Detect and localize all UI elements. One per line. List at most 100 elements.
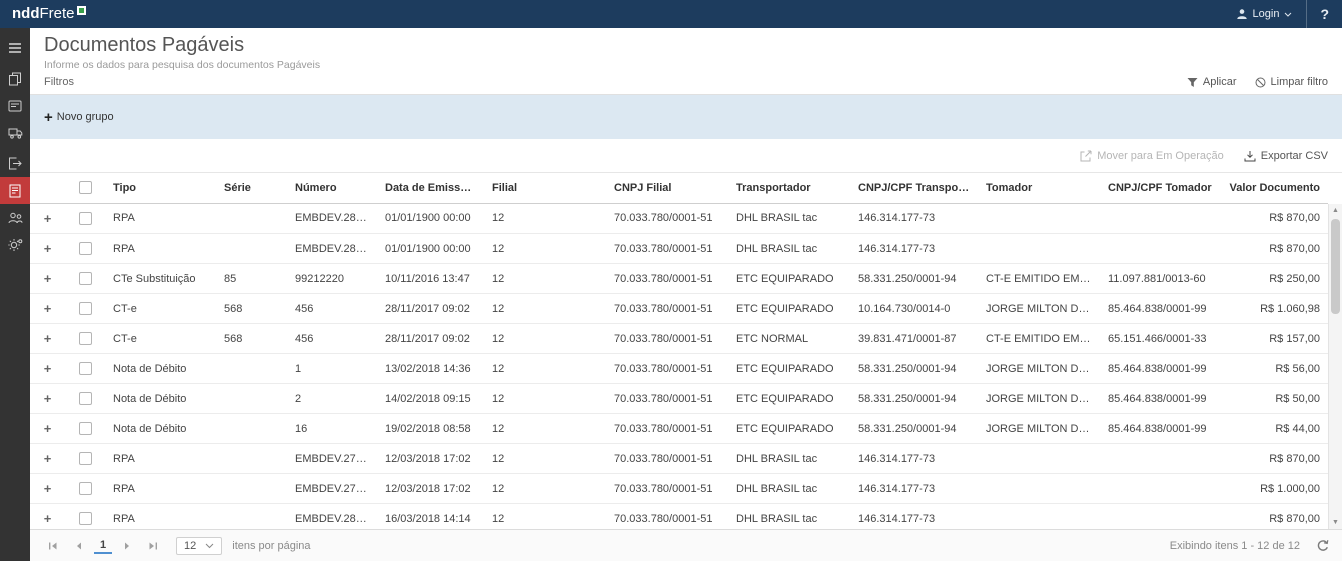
select-all-checkbox[interactable] (79, 181, 92, 194)
table-row: +RPAEMBDEV.27600-C0112/03/2018 17:021270… (30, 474, 1328, 504)
expand-row-button[interactable]: + (44, 241, 52, 256)
cell-data-de-emissao: 13/02/2018 14:36 (377, 354, 484, 384)
export-csv-button[interactable]: Exportar CSV (1244, 150, 1328, 162)
cell-tipo: RPA (105, 234, 216, 264)
column-header-valor-documento[interactable]: Valor Documento (1220, 173, 1328, 203)
freight-card-icon (8, 100, 22, 112)
sidebar-item-documents[interactable] (0, 65, 30, 92)
cell-tipo: RPA (105, 504, 216, 530)
page-size-dropdown[interactable]: 12 (176, 537, 222, 555)
column-header-serie[interactable]: Série (216, 173, 287, 203)
help-button[interactable]: ? (1306, 0, 1342, 28)
next-page-button[interactable] (116, 535, 138, 557)
row-checkbox[interactable] (79, 392, 92, 405)
cell-numero: EMBDEV.28765-P01 (287, 204, 377, 234)
expand-row-button[interactable]: + (44, 361, 52, 376)
scrollbar-thumb[interactable] (1331, 219, 1340, 314)
column-header-transportador[interactable]: Transportador (728, 173, 850, 203)
column-header-cnpj-cpf-transportador[interactable]: CNPJ/CPF Transportador (850, 173, 978, 203)
pager: 1 (42, 535, 164, 557)
sidebar-item-users[interactable] (0, 204, 30, 231)
cell-cnpj-cpf-transportador: 58.331.250/0001-94 (850, 414, 978, 444)
first-page-button[interactable] (42, 535, 64, 557)
column-header-data-de-emissao[interactable]: Data de Emissão↑ (377, 173, 484, 203)
expand-row-button[interactable]: + (44, 331, 52, 346)
sidebar-item-freight[interactable] (0, 92, 30, 119)
row-checkbox[interactable] (79, 482, 92, 495)
cell-filial: 12 (484, 384, 606, 414)
login-menu[interactable]: Login (1222, 0, 1307, 28)
expand-row-button[interactable]: + (44, 391, 52, 406)
row-checkbox[interactable] (79, 362, 92, 375)
page-subtitle: Informe os dados para pesquisa dos docum… (44, 59, 1328, 71)
cell-tomador: JORGE MILTON DA SILVEIRA (978, 384, 1100, 414)
cell-serie (216, 444, 287, 474)
cell-cnpj-cpf-transportador: 39.831.471/0001-87 (850, 324, 978, 354)
expand-row-button[interactable]: + (44, 421, 52, 436)
cell-numero: EMBDEV.27600-C01 (287, 474, 377, 504)
row-checkbox[interactable] (79, 332, 92, 345)
row-checkbox[interactable] (79, 422, 92, 435)
cell-cnpj-cpf-transportador: 10.164.730/0014-0 (850, 294, 978, 324)
cell-serie (216, 414, 287, 444)
cell-cnpj-cpf-transportador: 146.314.177-73 (850, 504, 978, 530)
sidebar-item-payable-documents[interactable] (0, 177, 30, 204)
sidebar-item-export[interactable] (0, 150, 30, 177)
column-header-filial[interactable]: Filial (484, 173, 606, 203)
scroll-up-icon[interactable]: ▲ (1329, 207, 1342, 214)
current-page-button[interactable]: 1 (94, 537, 112, 554)
expand-row-button[interactable]: + (44, 271, 52, 286)
row-checkbox[interactable] (79, 212, 92, 225)
move-to-operation-button[interactable]: Mover para Em Operação (1080, 150, 1224, 162)
cell-data-de-emissao: 12/03/2018 17:02 (377, 444, 484, 474)
sidebar-item-settings[interactable] (0, 231, 30, 258)
cell-numero: EMBDEV.28767-P01 (287, 234, 377, 264)
refresh-button[interactable] (1316, 539, 1330, 553)
new-group-button[interactable]: + Novo grupo (44, 111, 114, 123)
apply-filter-button[interactable]: Aplicar (1187, 76, 1237, 88)
sidebar (0, 28, 30, 561)
cell-tomador: JORGE MILTON DA SILVEIRA (978, 414, 1100, 444)
question-icon: ? (1320, 6, 1329, 22)
row-checkbox[interactable] (79, 272, 92, 285)
expand-row-button[interactable]: + (44, 481, 52, 496)
cell-serie (216, 474, 287, 504)
cell-valor-documento: R$ 870,00 (1220, 504, 1328, 530)
column-header-tomador[interactable]: Tomador (978, 173, 1100, 203)
cell-tipo: Nota de Débito (105, 384, 216, 414)
clear-filter-button[interactable]: Limpar filtro (1255, 76, 1328, 88)
cell-cnpj-cpf-tomador: 85.464.838/0001-99 (1100, 414, 1220, 444)
column-header-cnpj-filial[interactable]: CNPJ Filial (606, 173, 728, 203)
expand-row-button[interactable]: + (44, 211, 52, 226)
prev-page-button[interactable] (68, 535, 90, 557)
cell-valor-documento: R$ 870,00 (1220, 444, 1328, 474)
first-page-icon (48, 541, 58, 551)
prev-page-icon (74, 541, 84, 551)
cell-tipo: CT-e (105, 324, 216, 354)
last-page-button[interactable] (142, 535, 164, 557)
filters-label: Filtros (44, 76, 74, 88)
cell-data-de-emissao: 28/11/2017 09:02 (377, 324, 484, 354)
pager-bar: 1 12 itens por página Exibindo itens 1 -… (30, 529, 1342, 561)
row-checkbox[interactable] (79, 452, 92, 465)
cell-serie (216, 204, 287, 234)
copy-documents-icon (8, 72, 22, 86)
cell-cnpj-cpf-transportador: 146.314.177-73 (850, 444, 978, 474)
expand-row-button[interactable]: + (44, 301, 52, 316)
scroll-down-icon[interactable]: ▼ (1329, 519, 1342, 526)
row-checkbox[interactable] (79, 512, 92, 525)
table-header: TipoSérieNúmeroData de Emissão↑FilialCNP… (30, 173, 1328, 204)
sidebar-item-trips[interactable] (0, 119, 30, 146)
row-checkbox[interactable] (79, 242, 92, 255)
column-header-cnpj-cpf-tomador[interactable]: CNPJ/CPF Tomador (1100, 173, 1220, 203)
table-body-viewport: +RPAEMBDEV.28765-P0101/01/1900 00:001270… (30, 204, 1342, 530)
expand-column-header (30, 173, 65, 203)
column-header-numero[interactable]: Número (287, 173, 377, 203)
expand-row-button[interactable]: + (44, 451, 52, 466)
expand-row-button[interactable]: + (44, 511, 52, 526)
vertical-scrollbar[interactable]: ▲ ▼ (1328, 204, 1342, 530)
sidebar-item-menu[interactable] (0, 34, 30, 61)
cell-cnpj-cpf-tomador (1100, 444, 1220, 474)
column-header-tipo[interactable]: Tipo (105, 173, 216, 203)
row-checkbox[interactable] (79, 302, 92, 315)
